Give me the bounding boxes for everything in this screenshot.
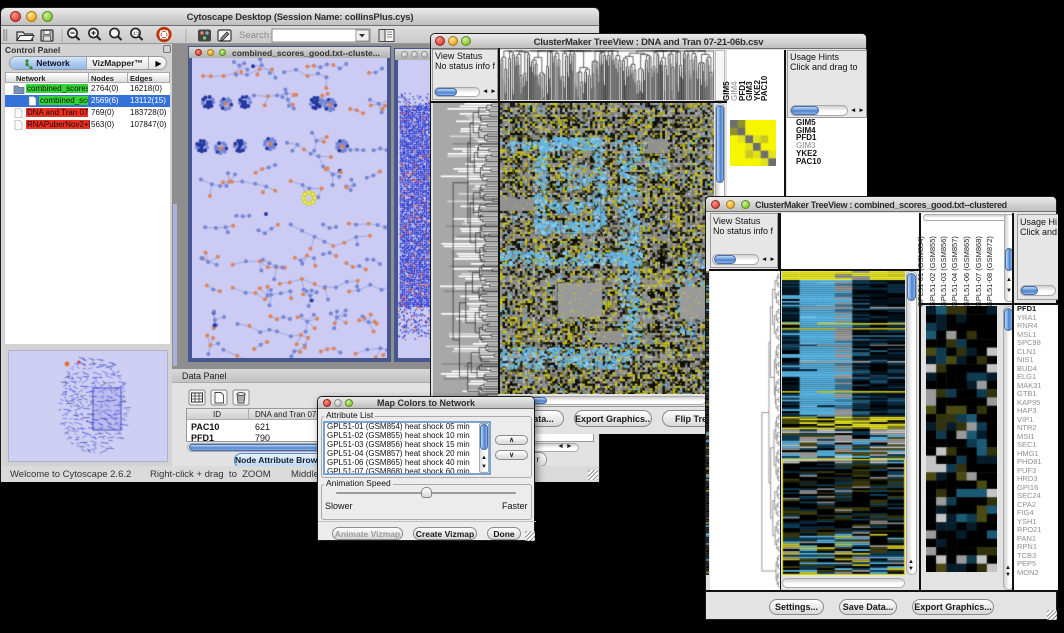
svg-text:1:1: 1:1 xyxy=(133,31,140,36)
svg-text:Search:: Search: xyxy=(239,30,272,41)
